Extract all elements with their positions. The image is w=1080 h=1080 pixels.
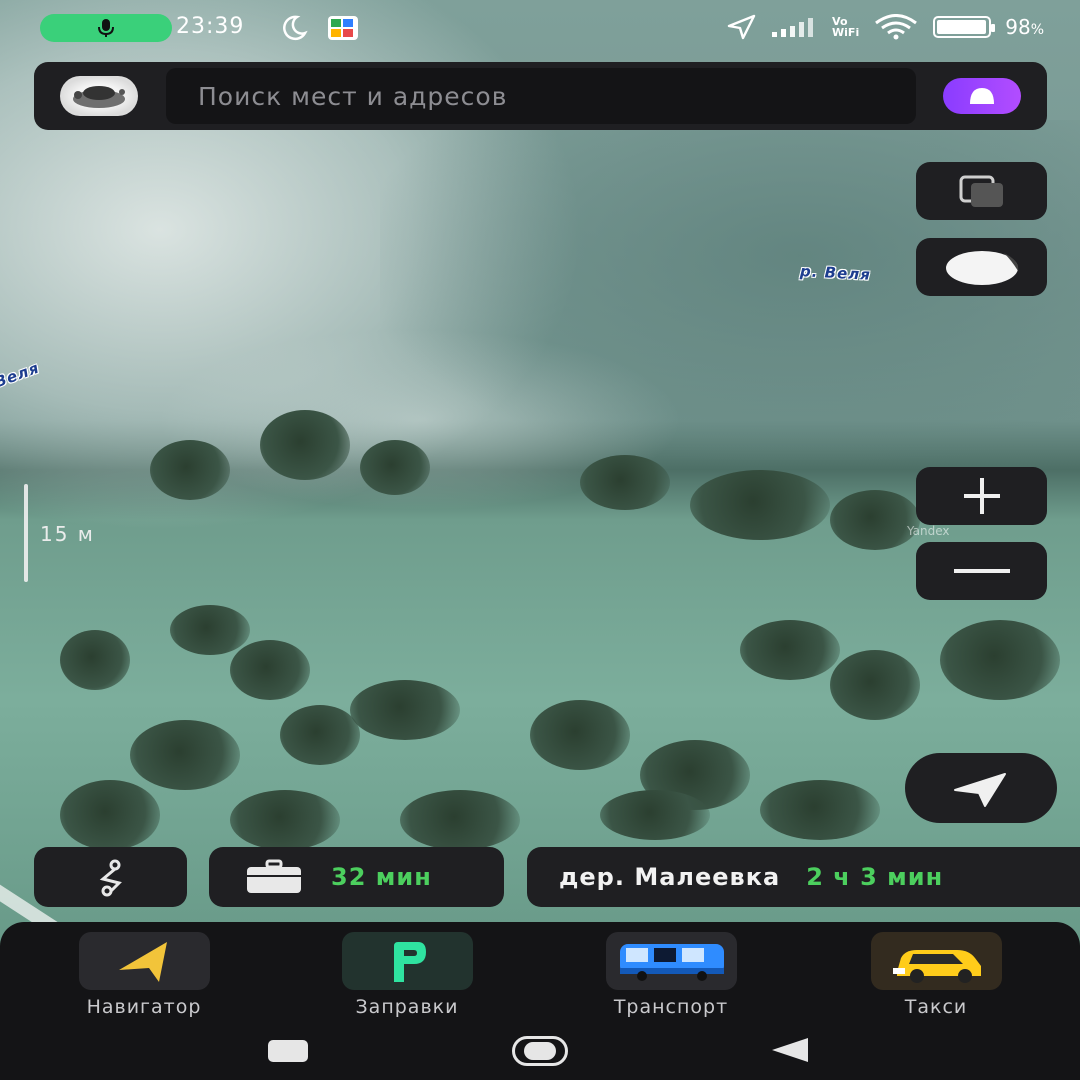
scale-bar bbox=[24, 484, 28, 582]
my-location-button[interactable] bbox=[905, 753, 1057, 823]
home-button[interactable] bbox=[512, 1036, 568, 1066]
navigator-arrow-icon bbox=[119, 942, 167, 982]
location-arrow-icon bbox=[954, 773, 1006, 807]
vowifi-icon: Vo WiFi bbox=[832, 16, 859, 38]
moon-icon bbox=[283, 15, 308, 41]
tree bbox=[360, 440, 430, 495]
layers-button[interactable] bbox=[916, 162, 1047, 220]
app-label-taxi: Такси bbox=[904, 996, 968, 1018]
tree bbox=[740, 620, 840, 680]
vowifi-label-bottom: WiFi bbox=[832, 26, 860, 39]
plus-icon bbox=[963, 478, 1000, 514]
app-label-transport: Транспорт bbox=[613, 996, 729, 1018]
tree bbox=[60, 630, 130, 690]
tree bbox=[580, 455, 670, 510]
yandex-watermark: Yandex bbox=[907, 524, 950, 538]
layers-icon bbox=[959, 175, 1003, 207]
status-bar: 23:39 Vo WiFi 98% bbox=[0, 0, 1080, 56]
mic-icon bbox=[98, 19, 114, 37]
satellite-map[interactable]: р. Веля Веля Yandex 15 м bbox=[0, 0, 1080, 1080]
village-route-chip[interactable]: дер. Малеевка 2 ч 3 мин bbox=[527, 847, 1080, 907]
tree bbox=[600, 790, 710, 840]
back-button[interactable] bbox=[772, 1038, 808, 1062]
alice-voice-button[interactable] bbox=[943, 78, 1021, 114]
fuel-icon-box bbox=[341, 932, 473, 990]
tree bbox=[130, 720, 240, 790]
tree bbox=[400, 790, 520, 850]
tree bbox=[350, 680, 460, 740]
mic-indicator[interactable] bbox=[40, 14, 172, 42]
battery-icon bbox=[933, 16, 996, 38]
app-tile-transport[interactable]: Транспорт bbox=[591, 932, 751, 1018]
app-label-fuel: Заправки bbox=[355, 996, 459, 1018]
route-destination: дер. Малеевка bbox=[559, 863, 781, 891]
search-placeholder: Поиск мест и адресов bbox=[198, 81, 508, 111]
alice-icon bbox=[970, 88, 994, 104]
tree bbox=[260, 410, 350, 480]
app-tile-taxi[interactable]: Такси bbox=[856, 932, 1016, 1018]
bus-icon bbox=[619, 944, 724, 981]
tree bbox=[150, 440, 230, 500]
work-route-time: 32 мин bbox=[331, 863, 432, 891]
tree bbox=[170, 605, 250, 655]
river-label[interactable]: р. Веля bbox=[800, 262, 872, 284]
search-input[interactable]: Поиск мест и адресов bbox=[166, 68, 916, 124]
signal-icon bbox=[772, 18, 814, 37]
route-icon bbox=[99, 859, 122, 897]
night-mode-icon bbox=[945, 251, 1018, 285]
routes-button[interactable] bbox=[34, 847, 187, 907]
zoom-out-button[interactable] bbox=[916, 542, 1047, 600]
location-arrow-icon bbox=[727, 14, 756, 40]
battery-fill bbox=[937, 20, 987, 34]
tree bbox=[230, 640, 310, 700]
zoom-in-button[interactable] bbox=[916, 467, 1047, 525]
tree bbox=[280, 705, 360, 765]
avatar[interactable] bbox=[60, 76, 138, 116]
home-icon bbox=[524, 1042, 556, 1060]
system-navigation-bar bbox=[0, 1028, 1080, 1074]
fuel-p-icon bbox=[394, 942, 426, 982]
search-bar: Поиск мест и адресов bbox=[34, 62, 1047, 130]
recent-apps-button[interactable] bbox=[268, 1040, 308, 1062]
tree bbox=[830, 650, 920, 720]
river-label[interactable]: Веля bbox=[0, 359, 42, 392]
navigator-icon-box bbox=[78, 932, 210, 990]
briefcase-icon bbox=[247, 859, 301, 893]
tree bbox=[940, 620, 1060, 700]
minus-icon bbox=[953, 569, 1010, 573]
user-avatar-icon bbox=[73, 86, 125, 108]
app-notification-icon bbox=[328, 16, 358, 40]
tree bbox=[830, 490, 920, 550]
work-route-chip[interactable]: 32 мин bbox=[209, 847, 504, 907]
tree bbox=[690, 470, 830, 540]
scale-label: 15 м bbox=[40, 522, 95, 546]
village-route-time: 2 ч 3 мин bbox=[806, 863, 944, 891]
taxi-icon-box bbox=[870, 932, 1002, 990]
wifi-icon bbox=[875, 14, 918, 40]
tree bbox=[530, 700, 630, 770]
transport-icon-box bbox=[605, 932, 737, 990]
battery-percent: 98% bbox=[1005, 15, 1044, 39]
app-label-navigator: Навигатор bbox=[86, 996, 202, 1018]
tree bbox=[60, 780, 160, 850]
tree bbox=[230, 790, 340, 850]
status-time: 23:39 bbox=[176, 14, 245, 39]
night-mode-button[interactable] bbox=[916, 238, 1047, 296]
app-tile-navigator[interactable]: Навигатор bbox=[64, 932, 224, 1018]
tree bbox=[760, 780, 880, 840]
app-tile-fuel[interactable]: Заправки bbox=[327, 932, 487, 1018]
taxi-car-icon bbox=[892, 950, 981, 983]
